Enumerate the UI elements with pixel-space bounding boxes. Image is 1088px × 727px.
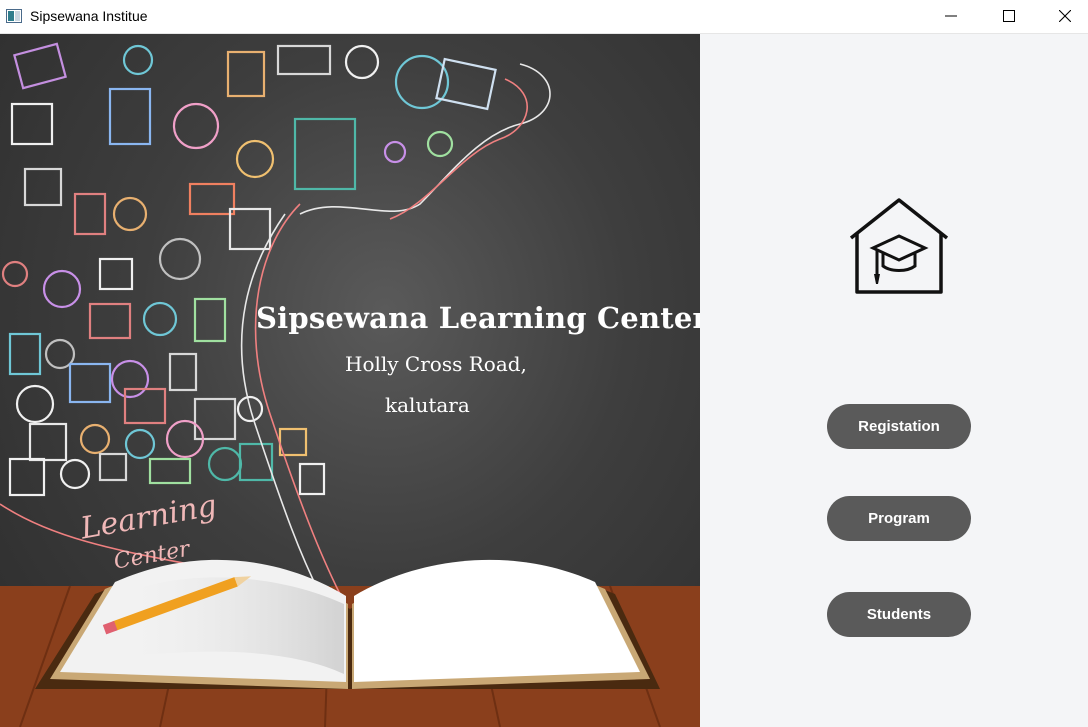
registration-button[interactable]: Registation <box>827 404 971 449</box>
graduation-house-icon <box>849 198 949 294</box>
minimize-button[interactable] <box>928 0 974 33</box>
window-title: Sipsewana Institue <box>30 8 148 24</box>
close-icon <box>1059 10 1071 22</box>
maximize-icon <box>1003 10 1015 22</box>
minimize-icon <box>945 15 957 17</box>
students-button[interactable]: Students <box>827 592 971 637</box>
close-button[interactable] <box>1042 0 1088 33</box>
hero-title: Sipsewana Learning Center <box>256 301 700 335</box>
navigation-panel: Registation Program Students <box>700 34 1088 727</box>
hero-address-line1: Holly Cross Road, <box>345 352 527 376</box>
app-icon <box>6 8 22 24</box>
hero-banner-image: Learning Center Sipsewana Learning Cente… <box>0 34 700 727</box>
chalkboard-illustration <box>0 42 700 727</box>
window-titlebar: Sipsewana Institue <box>0 0 1088 34</box>
hero-address-line2: kalutara <box>385 393 470 417</box>
maximize-button[interactable] <box>986 0 1032 33</box>
program-button[interactable]: Program <box>827 496 971 541</box>
